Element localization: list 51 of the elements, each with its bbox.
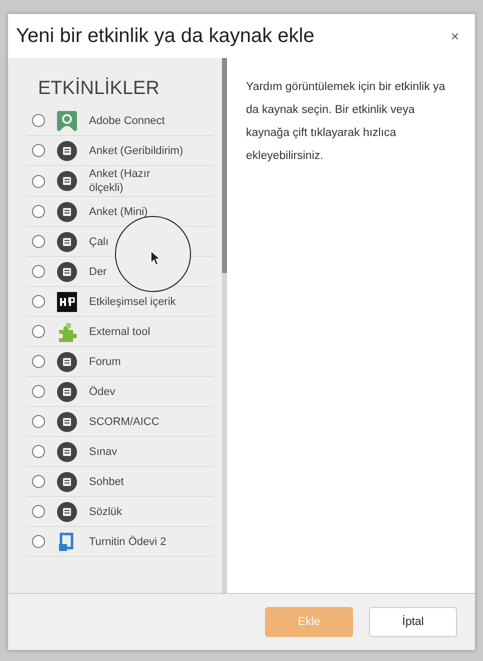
activity-label[interactable]: External tool: [89, 324, 150, 338]
activity-icon: [57, 352, 77, 372]
help-text: Yardım görüntülemek için bir etkinlik ya da kaynak seçin. Bir etkinlik veya kaynağa çift tıklayarak hızlıca ekleyebilirsiniz.: [246, 80, 446, 164]
activity-label[interactable]: Anket (Hazır ölçekli): [89, 167, 184, 195]
activity-label[interactable]: Sınav: [89, 444, 118, 458]
activity-label[interactable]: Anket (Geribildirim): [89, 144, 184, 158]
activity-label[interactable]: Forum: [89, 354, 121, 368]
activity-label[interactable]: Etkileşimsel içerik: [89, 294, 176, 308]
activity-label[interactable]: Anket (Mini): [89, 204, 148, 218]
person-icon: [57, 110, 77, 130]
radio-button[interactable]: [32, 385, 45, 398]
activity-icon: [57, 140, 77, 160]
activity-icon: [57, 382, 77, 402]
activity-label[interactable]: Çalı: [89, 234, 109, 248]
radio-button[interactable]: [32, 114, 45, 127]
radio-button[interactable]: [32, 235, 45, 248]
hp-logo-icon: [57, 292, 77, 312]
activity-label[interactable]: Adobe Connect: [89, 114, 165, 128]
activity-label[interactable]: Ödev: [89, 384, 116, 398]
activity-label[interactable]: SCORM/AICC: [89, 414, 160, 428]
radio-button[interactable]: [32, 505, 45, 518]
close-button[interactable]: ×: [446, 26, 463, 46]
radio-button[interactable]: [32, 415, 45, 428]
radio-button[interactable]: [32, 295, 45, 308]
activity-icon: [57, 232, 77, 252]
dialog-title: Yeni bir etkinlik ya da kaynak ekle: [16, 24, 314, 48]
section-heading: ETKİNLİKLER: [38, 78, 160, 100]
activity-icon: [57, 412, 77, 432]
radio-button[interactable]: [32, 475, 45, 488]
radio-button[interactable]: [32, 535, 45, 548]
radio-button[interactable]: [32, 265, 45, 278]
puzzle-icon: [57, 322, 77, 342]
cancel-button[interactable]: İptal: [369, 607, 457, 637]
activity-icon: [57, 442, 77, 462]
activity-label[interactable]: Sohbet: [89, 474, 124, 488]
activity-icon: [57, 472, 77, 492]
radio-button[interactable]: [32, 325, 45, 338]
activity-label[interactable]: Der: [89, 264, 107, 278]
radio-button[interactable]: [32, 144, 45, 157]
activity-label[interactable]: Turnitin Ödevi 2: [89, 534, 166, 548]
radio-button[interactable]: [32, 174, 45, 188]
radio-button[interactable]: [32, 355, 45, 368]
radio-button[interactable]: [32, 205, 45, 218]
radio-button[interactable]: [32, 445, 45, 458]
scrollbar-thumb[interactable]: [222, 58, 227, 273]
activity-label[interactable]: Sözlük: [89, 504, 122, 518]
mouse-cursor-icon: [150, 250, 162, 266]
activity-icon: [57, 202, 77, 222]
activity-icon: [57, 502, 77, 522]
activity-icon: [57, 262, 77, 282]
activity-icon: [57, 171, 77, 191]
